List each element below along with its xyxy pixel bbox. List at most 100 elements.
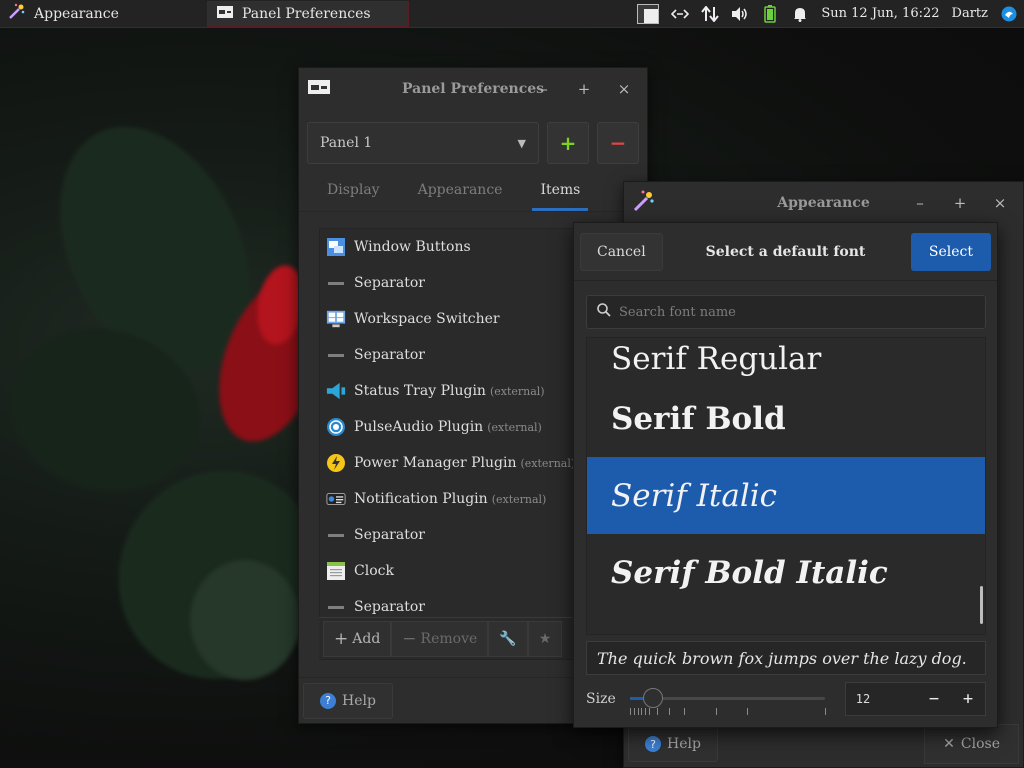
font-search-box — [586, 295, 986, 329]
help-button[interactable]: ? Help — [303, 682, 393, 719]
chevron-down-icon: ▼ — [517, 136, 526, 150]
notification-plugin-icon — [326, 489, 346, 509]
increase-size-button[interactable]: + — [951, 683, 985, 715]
search-icon — [597, 303, 611, 321]
font-chooser-dialog: Cancel Select a default font Select Seri… — [573, 222, 998, 728]
tab-bar: Display Appearance Items — [299, 164, 647, 212]
font-option[interactable]: Serif Bold — [587, 380, 985, 457]
remove-item-button[interactable]: − Remove — [391, 620, 489, 657]
help-button[interactable]: ? Help — [628, 726, 718, 762]
about-item-button[interactable]: ★ — [527, 620, 563, 657]
edit-item-button[interactable]: 🔧 — [488, 620, 528, 657]
taskbar-panel-preferences[interactable]: Panel Preferences — [207, 0, 409, 27]
font-option-selected[interactable]: Serif Italic — [587, 457, 985, 534]
font-preview[interactable]: The quick brown fox jumps over the lazy … — [586, 641, 986, 675]
network-icon[interactable] — [671, 5, 690, 23]
pulseaudio-icon — [326, 417, 346, 437]
plus-icon: + — [559, 131, 577, 155]
clock-icon — [326, 561, 346, 581]
slider-ticks — [629, 708, 826, 718]
slider-tick — [649, 708, 651, 715]
panel-prefs-icon — [216, 5, 234, 23]
font-option[interactable]: Serif Bold Italic — [587, 534, 985, 611]
workspace-switcher-icon[interactable] — [637, 3, 660, 24]
plus-icon: + — [334, 628, 349, 649]
slider-tick — [668, 708, 670, 715]
minus-icon: − — [609, 131, 627, 155]
separator-icon — [326, 345, 346, 365]
select-button[interactable]: Select — [910, 232, 991, 271]
slider-tick — [645, 708, 647, 715]
item-label: Workspace Switcher — [354, 311, 500, 327]
volume-icon[interactable] — [731, 5, 749, 23]
transfer-arrows-icon[interactable] — [701, 5, 720, 23]
item-label: Notification Plugin (external) — [354, 491, 547, 507]
separator-icon — [326, 525, 346, 545]
add-panel-button[interactable]: + — [547, 122, 589, 164]
taskbar-label: Panel Preferences — [242, 5, 371, 22]
maximize-button[interactable]: + — [575, 80, 593, 98]
search-input[interactable] — [619, 304, 959, 320]
size-slider[interactable] — [629, 684, 826, 715]
help-icon: ? — [645, 736, 661, 752]
slider-tick — [715, 708, 717, 715]
cancel-button[interactable]: Cancel — [580, 232, 663, 271]
notification-bell-icon[interactable] — [791, 5, 809, 23]
taskbar-appearance[interactable]: Appearance — [0, 1, 205, 27]
slider-tick — [637, 708, 639, 715]
panel-prefs-icon — [307, 78, 331, 100]
item-label: Separator — [354, 275, 425, 291]
wallpaper-leaf — [190, 560, 300, 680]
size-value[interactable]: 12 — [856, 692, 870, 706]
separator-icon — [326, 597, 346, 617]
slider-tick — [746, 708, 748, 715]
slider-tick — [633, 708, 635, 715]
decrease-size-button[interactable]: − — [917, 683, 951, 715]
wrench-icon: 🔧 — [499, 630, 517, 647]
size-spinbutton: 12 − + — [844, 682, 986, 716]
maximize-button[interactable]: + — [951, 194, 969, 212]
status-tray-icon — [326, 381, 346, 401]
close-dialog-button[interactable]: ✕ Close — [924, 724, 1019, 764]
add-item-button[interactable]: + Add — [323, 620, 392, 657]
close-button[interactable]: × — [991, 194, 1009, 212]
battery-icon[interactable] — [761, 4, 779, 23]
tab-items[interactable]: Items — [532, 182, 589, 211]
item-label: Separator — [354, 527, 425, 543]
window-buttons-icon — [326, 237, 346, 257]
separator-icon — [326, 273, 346, 293]
titlebar[interactable]: Panel Preferences – + × — [299, 68, 647, 110]
taskbar-label: Appearance — [34, 5, 119, 22]
remove-panel-button[interactable]: − — [597, 122, 639, 164]
appearance-wand-icon — [632, 189, 656, 217]
close-button[interactable]: × — [615, 80, 633, 98]
tab-appearance[interactable]: Appearance — [410, 182, 511, 211]
size-row: Size 12 − + — [586, 682, 986, 716]
slider-tick — [641, 708, 643, 715]
user-menu-icon[interactable] — [1000, 5, 1018, 23]
power-manager-icon — [326, 453, 346, 473]
font-option[interactable]: Serif Regular — [587, 338, 985, 380]
size-label: Size — [586, 691, 616, 707]
panel-clock[interactable]: Sun 12 Jun, 16:22 — [821, 6, 939, 21]
slider-tick — [629, 708, 631, 715]
dialog-header: Cancel Select a default font Select — [574, 223, 997, 281]
panel-select[interactable]: Panel 1 ▼ — [307, 122, 539, 164]
tab-display[interactable]: Display — [319, 182, 388, 211]
slider-tick — [684, 708, 686, 715]
user-name[interactable]: Dartz — [952, 6, 988, 21]
slider-tick — [657, 708, 659, 715]
star-icon: ★ — [538, 630, 552, 647]
item-label: PulseAudio Plugin (external) — [354, 419, 542, 435]
item-label: Power Manager Plugin (external) — [354, 455, 576, 471]
top-panel: Appearance Panel Preferences Sun 12 Jun,… — [0, 0, 1024, 28]
item-label: Separator — [354, 599, 425, 615]
minimize-button[interactable]: – — [911, 194, 929, 212]
slider-knob[interactable] — [643, 688, 664, 708]
panel-select-value: Panel 1 — [320, 135, 373, 151]
scrollbar[interactable] — [980, 586, 983, 624]
titlebar[interactable]: Appearance – + × — [624, 182, 1023, 224]
item-label: Separator — [354, 347, 425, 363]
workspace-switcher-icon — [326, 309, 346, 329]
minimize-button[interactable]: – — [535, 80, 553, 98]
